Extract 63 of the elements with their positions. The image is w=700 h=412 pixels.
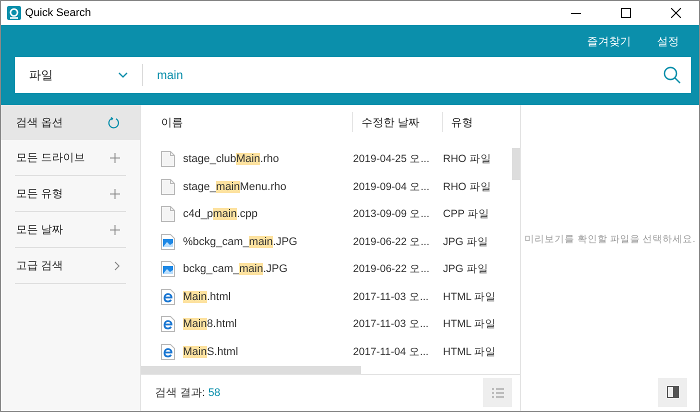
type-cell: HTML 파일: [443, 290, 496, 304]
browser-file-icon: [161, 288, 175, 305]
date-cell-text: 2017-11-03 오...: [353, 290, 430, 304]
search-field[interactable]: 파일 main: [15, 57, 691, 93]
list-icon: [492, 388, 504, 398]
browser-file-icon: [161, 344, 175, 360]
preview-message: 미리보기를 확인할 파일을 선택하세요.: [524, 232, 696, 246]
sidebar-label: 검색 옵션: [16, 116, 64, 130]
date-cell-text: 2019-04-25 오...: [353, 152, 430, 166]
sidebar-label: 고급 검색: [16, 259, 64, 273]
column-header[interactable]: 이름: [141, 112, 352, 132]
date-cell-text: 2013-09-09 오...: [353, 207, 430, 222]
header-link[interactable]: 설정: [657, 34, 679, 48]
file-icon: [161, 206, 175, 222]
date-cell-text: 2019-06-22 오...: [353, 262, 430, 276]
type-cell: HTML 파일: [443, 344, 496, 359]
window-title: Quick Search: [25, 7, 92, 19]
browser-file-icon: [161, 316, 175, 332]
sidebar-label: 모든 유형: [16, 187, 64, 201]
date-cell-text: 2017-11-03 오...: [353, 317, 430, 332]
type-cell: CPP 파일: [443, 207, 490, 222]
type-cell: RHO 파일: [443, 180, 492, 194]
file-icon: [161, 178, 175, 195]
chevron-right-icon[interactable]: [114, 260, 120, 270]
sidebar-item[interactable]: 모든 날짜: [1, 212, 140, 247]
plus-icon[interactable]: [110, 188, 120, 198]
scope-dropdown[interactable]: 파일: [15, 64, 143, 86]
date-cell-text: 2019-09-04 오...: [353, 180, 430, 194]
app-logo-icon: [7, 6, 21, 20]
date-cell-text: 2017-11-04 오...: [353, 344, 430, 359]
result-count: 검색 결과: 58: [155, 386, 220, 400]
column-header[interactable]: 유형: [442, 112, 520, 132]
panel-icon: [666, 386, 678, 398]
type-cell: RHO 파일: [443, 152, 492, 166]
search-icon[interactable]: [663, 66, 681, 84]
sidebar-item[interactable]: 고급 검색: [1, 248, 140, 283]
maximize-icon: [621, 8, 631, 18]
sidebar-item[interactable]: 모든 유형: [1, 176, 140, 211]
preview-toggle-button[interactable]: [658, 378, 687, 406]
header-link[interactable]: 즐겨찾기: [587, 34, 631, 48]
plus-icon[interactable]: [110, 152, 120, 162]
sidebar-label: 모든 날짜: [16, 223, 64, 237]
column-header[interactable]: 수정한 날짜: [352, 112, 442, 132]
date-cell-text: 2019-06-22 오...: [353, 234, 430, 249]
sidebar-label: 모든 드라이브: [16, 151, 86, 165]
plus-icon[interactable]: [110, 224, 120, 234]
type-cell: JPG 파일: [443, 234, 488, 249]
type-cell: HTML 파일: [443, 317, 496, 332]
file-icon: [161, 151, 175, 168]
file-name[interactable]: c4d_pmain.cpp: [183, 208, 258, 220]
sidebar-item[interactable]: 모든 드라이브: [1, 140, 140, 175]
image-file-icon: [161, 261, 175, 278]
chevron-down-icon: [118, 72, 128, 78]
list-view-button[interactable]: [483, 378, 512, 408]
image-file-icon: [161, 234, 175, 250]
file-name[interactable]: stage_mainMenu.rho: [183, 180, 286, 193]
refresh-icon[interactable]: [108, 116, 120, 128]
type-cell: JPG 파일: [443, 262, 488, 276]
scrollbar-thumb[interactable]: [512, 148, 520, 180]
sidebar-item[interactable]: 검색 옵션: [1, 105, 140, 140]
close-icon: [671, 8, 681, 18]
scrollbar-thumb[interactable]: [141, 366, 361, 374]
search-input[interactable]: main: [143, 68, 663, 82]
